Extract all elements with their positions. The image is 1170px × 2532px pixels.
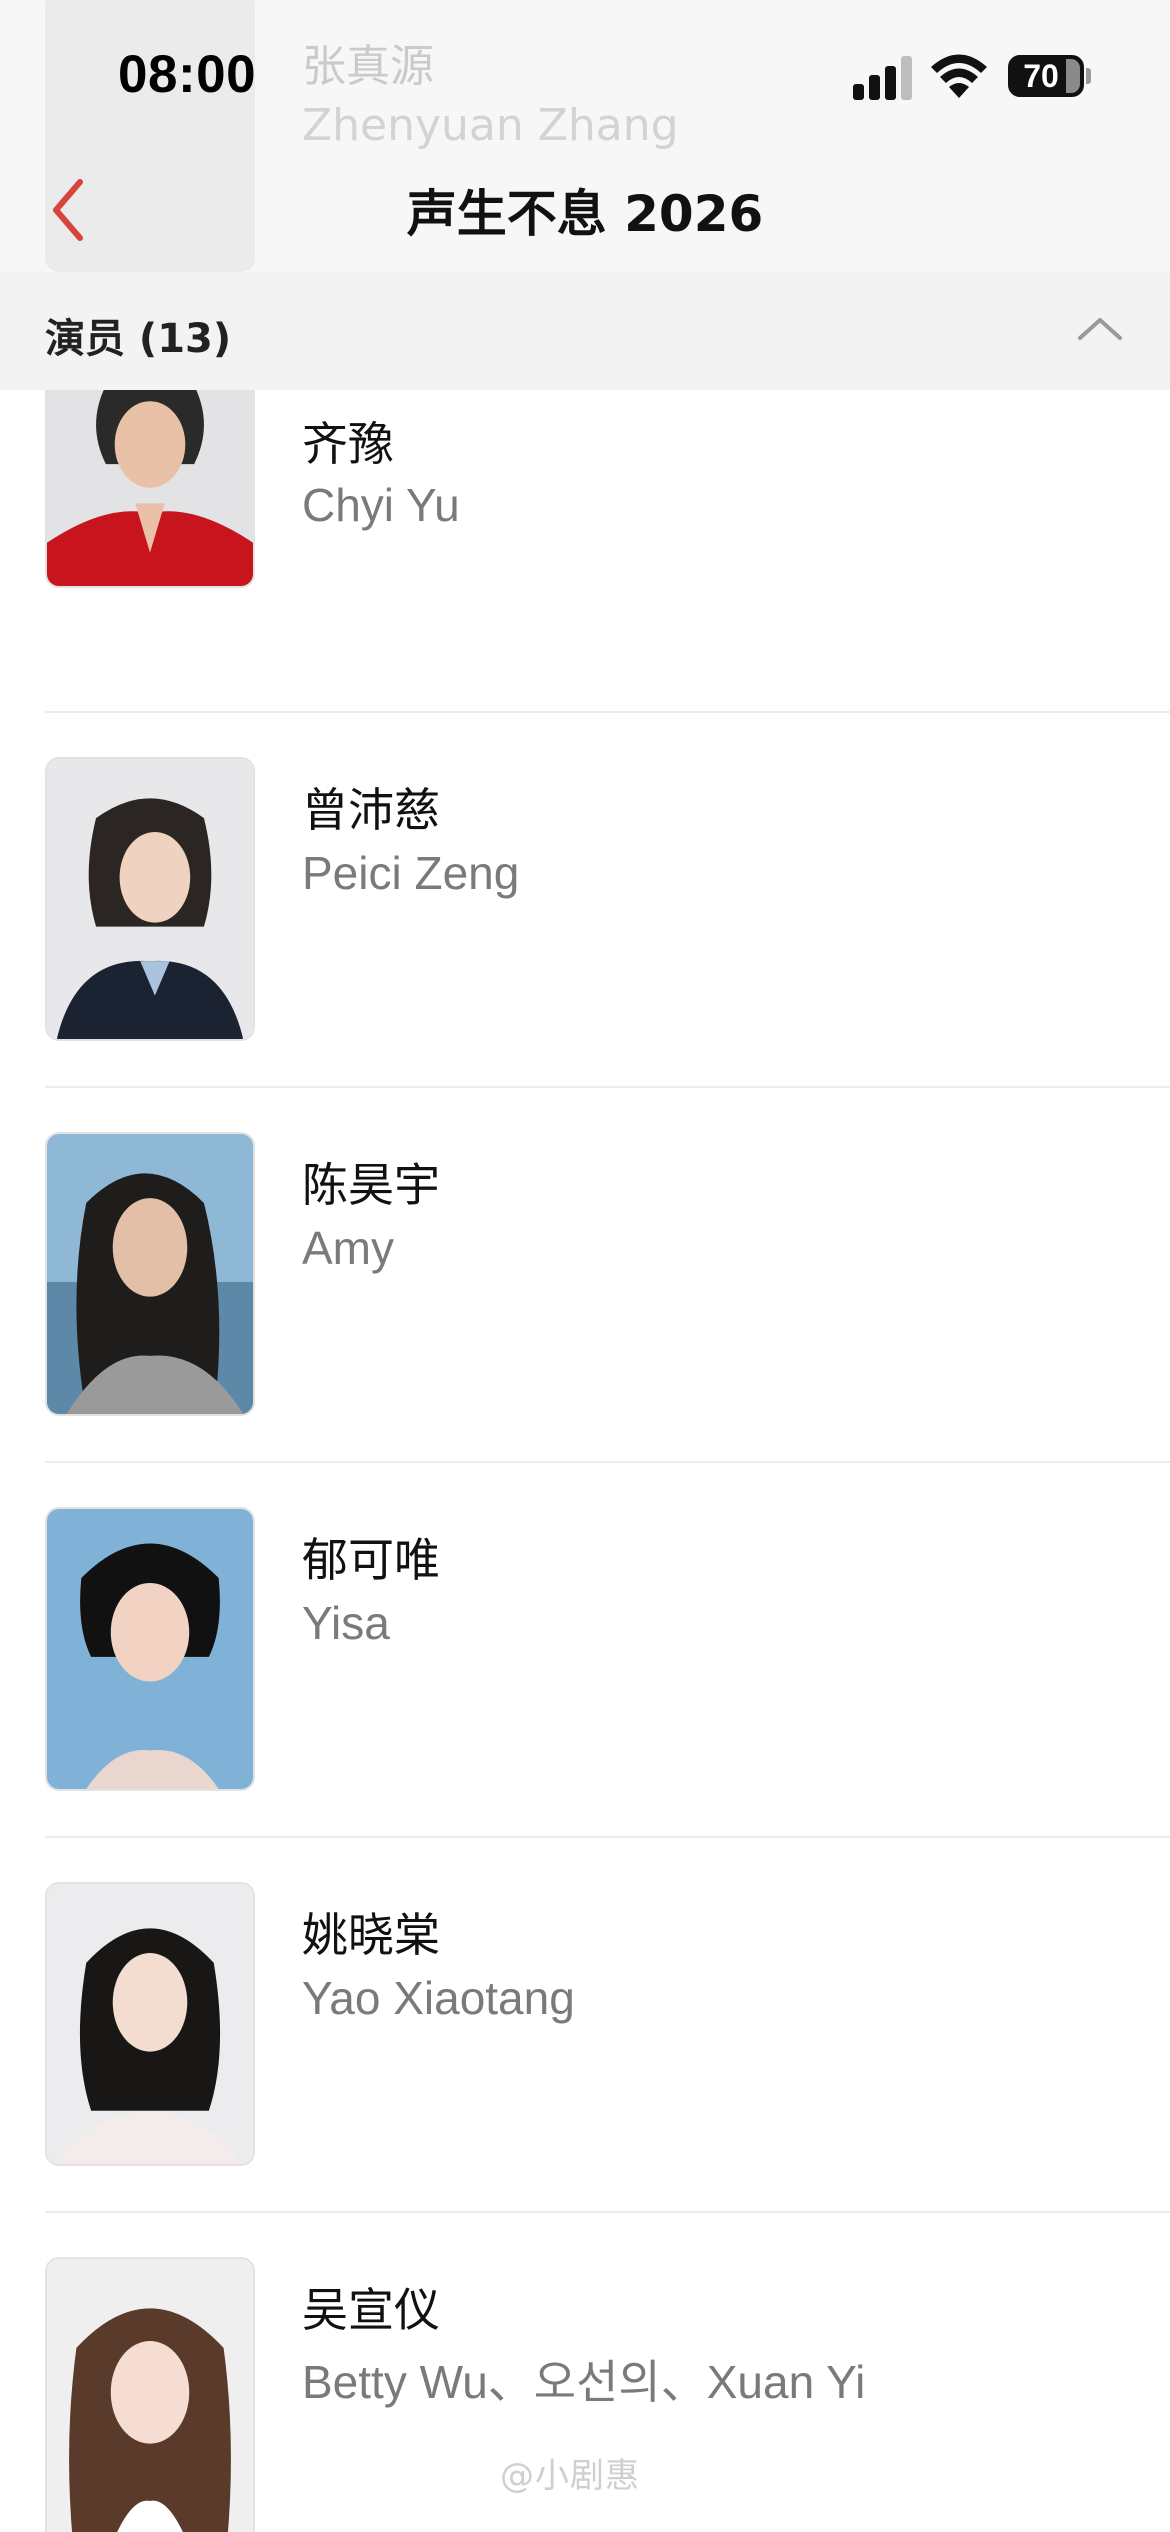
nav-bar: 声生不息 2026 [0,150,1170,272]
actor-name-cn: 吴宣仪 [302,2283,440,2337]
actor-name-cn: 齐豫 [302,417,394,471]
actor-photo [45,1507,255,1791]
actor-photo [45,1882,255,2166]
actor-name-en: Chyi Yu [302,479,460,531]
actor-photo [45,1132,255,1416]
actor-photo [45,757,255,1041]
cast-item[interactable]: 郁可唯 Yisa [0,1462,1170,1838]
cast-item[interactable]: 陈昊宇 Amy [0,1087,1170,1463]
battery-icon: 70 [1008,55,1091,97]
cast-item[interactable]: 姚晓棠 Yao Xiaotang [0,1837,1170,2213]
actor-name-en: Betty Wu、오선의、Xuan Yi [302,2356,866,2408]
actor-name-en: Amy [302,1222,394,1274]
status-time: 08:00 [118,45,257,104]
watermark: @小剧惠 [500,2456,640,2496]
chevron-up-icon[interactable] [1076,308,1124,348]
page-title: 声生不息 2026 [406,185,764,243]
cast-section-header[interactable]: 演员 (13) [0,272,1170,390]
actor-name-cn: 曾沛慈 [302,783,440,837]
cellular-signal-icon [853,56,912,100]
actor-name-cn: 姚晓棠 [302,1908,440,1962]
top-area: 张真源 Zhenyuan Zhang 08:00 70 声生不息 2026 [0,0,1170,272]
battery-level: 70 [1023,58,1059,94]
actor-name-cn: 郁可唯 [302,1533,440,1587]
battery-cap [1086,68,1091,84]
actor-name-en: Yisa [302,1597,390,1649]
actor-name-cn: 陈昊宇 [302,1158,440,1212]
cast-item[interactable]: 曾沛慈 Peici Zeng [0,712,1170,1088]
actor-name-en: Peici Zeng [302,847,520,899]
wifi-icon [931,54,987,98]
status-bar: 08:00 70 [0,0,1170,150]
actor-name-en: Yao Xiaotang [302,1972,575,2024]
actor-photo [45,2257,255,2532]
section-title: 演员 (13) [45,316,232,362]
